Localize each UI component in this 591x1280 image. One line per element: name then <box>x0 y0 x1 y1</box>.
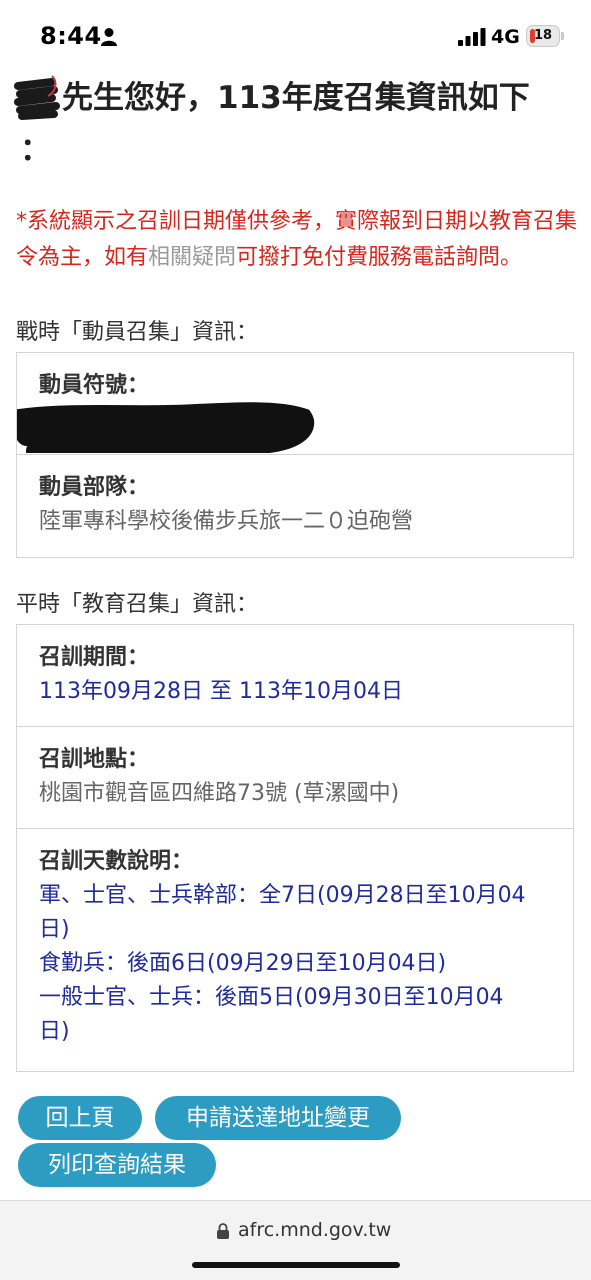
redaction-scribble <box>17 402 315 453</box>
battery-cap <box>561 32 564 40</box>
notice-related-questions: 相關疑問 <box>148 245 237 270</box>
page-title-line2: ： <box>20 132 51 168</box>
notice-text: *系統顯示之召訓日期僅供參考，實際報到日期以教育召集令為主，如有相關疑問可撥打免… <box>16 204 581 276</box>
training-period-value: 113年09月28日 至 113年10月04日 <box>39 679 403 704</box>
training-days-item: 一般士官、士兵：後面5日(09月30日至10月04日) <box>39 985 504 1044</box>
lock-icon <box>217 1223 229 1239</box>
training-period-label: 召訓期間： <box>39 645 150 670</box>
home-indicator[interactable] <box>192 1262 400 1268</box>
notice-part3: 可撥打免付費服務電話詢問。 <box>236 245 523 270</box>
training-days-row: 召訓天數說明： 軍、士官、士兵幹部：全7日(09月28日至10月04日) 食勤兵… <box>17 829 573 1071</box>
mobilization-unit-label: 動員部隊： <box>39 475 150 500</box>
training-location-label: 召訓地點： <box>39 747 150 772</box>
page-title-line1: 先生您好，113年度召集資訊如下 <box>62 80 530 116</box>
training-location-value: 桃園市觀音區四維路73號 (草漯國中) <box>39 781 400 806</box>
url-text[interactable]: afrc.mnd.gov.tw <box>238 1219 391 1241</box>
status-bar: 8:44 4G 18 <box>0 0 591 72</box>
mobilization-symbol-row: 動員符號： <box>17 353 573 455</box>
signal-icon <box>458 28 486 46</box>
battery-level: 18 <box>533 28 553 43</box>
training-days-label: 召訓天數說明： <box>39 849 194 874</box>
status-time: 8:44 <box>40 22 102 50</box>
redaction-mark <box>14 75 60 120</box>
training-period-row: 召訓期間： 113年09月28日 至 113年10月04日 <box>17 625 573 727</box>
training-location-row: 召訓地點： 桃園市觀音區四維路73號 (草漯國中) <box>17 727 573 829</box>
mobilization-unit-value: 陸軍專科學校後備步兵旅一二０迫砲營 <box>39 509 414 534</box>
education-info-box: 召訓期間： 113年09月28日 至 113年10月04日 召訓地點： 桃園市觀… <box>16 624 574 1072</box>
browser-url-bar[interactable]: afrc.mnd.gov.tw <box>0 1200 591 1280</box>
battery-icon: 18 <box>526 25 560 47</box>
page-title: 先生您好，113年度召集資訊如下 ： <box>18 72 578 176</box>
mobilization-unit-row: 動員部隊： 陸軍專科學校後備步兵旅一二０迫砲營 <box>17 455 573 557</box>
mobilization-info-box: 動員符號： 動員部隊： 陸軍專科學校後備步兵旅一二０迫砲營 <box>16 352 574 558</box>
person-icon <box>101 28 117 46</box>
education-section-title: 平時「教育召集」資訊： <box>16 592 259 617</box>
training-days-item: 軍、士官、士兵幹部：全7日(09月28日至10月04日) <box>39 883 526 942</box>
back-button[interactable]: 回上頁 <box>18 1096 142 1140</box>
print-results-button[interactable]: 列印查詢結果 <box>18 1143 216 1187</box>
network-label: 4G <box>491 26 520 48</box>
address-change-button[interactable]: 申請送達地址變更 <box>155 1096 401 1140</box>
mobilization-section-title: 戰時「動員召集」資訊： <box>16 320 259 345</box>
training-days-item: 食勤兵：後面6日(09月29日至10月04日) <box>39 951 447 976</box>
